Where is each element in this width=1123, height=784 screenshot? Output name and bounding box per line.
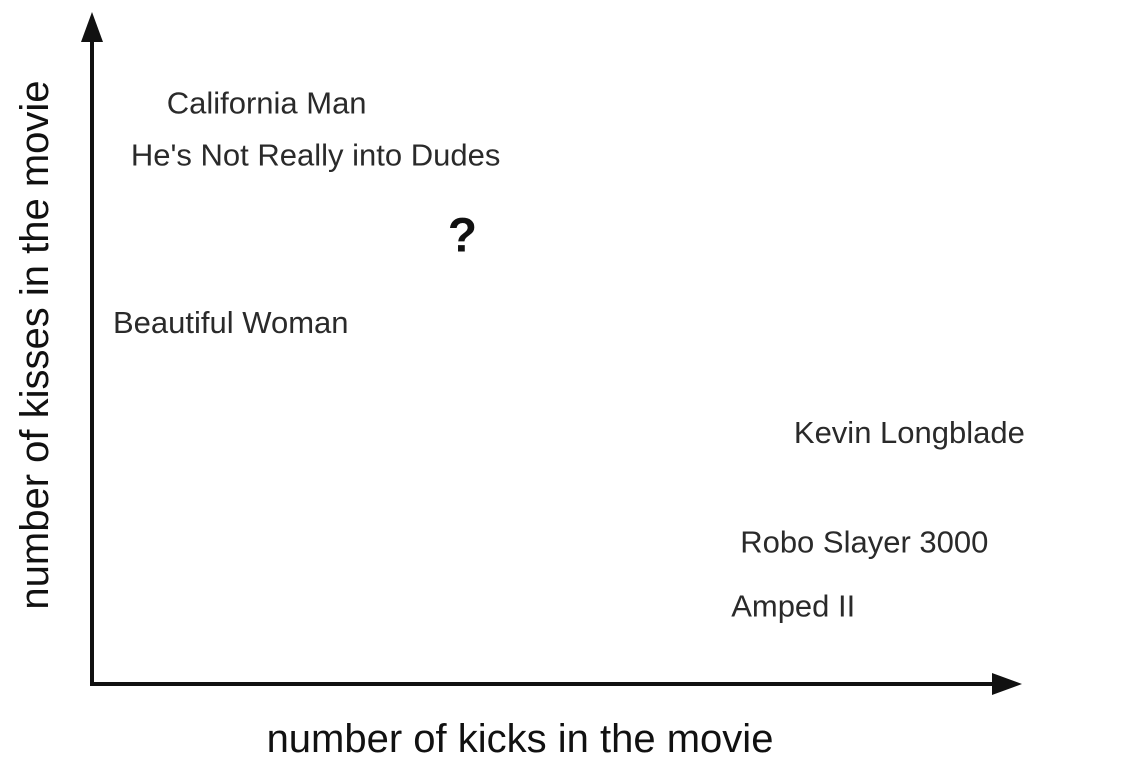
scatter-chart: California Man He's Not Really into Dudes… xyxy=(13,12,1025,761)
point-label: Robo Slayer 3000 xyxy=(740,525,988,560)
query-point-label: ? xyxy=(448,209,477,262)
point-label: Kevin Longblade xyxy=(794,415,1025,450)
point-label: California Man xyxy=(167,86,367,121)
y-axis-arrow xyxy=(81,12,103,42)
y-axis-label: number of kisses in the movie xyxy=(13,80,57,609)
point-labels: California Man He's Not Really into Dudes… xyxy=(113,86,1025,624)
x-axis-label: number of kicks in the movie xyxy=(267,717,774,761)
point-label: Amped II xyxy=(731,588,855,623)
point-label: He's Not Really into Dudes xyxy=(131,138,500,173)
point-label: Beautiful Woman xyxy=(113,305,349,340)
x-axis-arrow xyxy=(992,673,1022,695)
